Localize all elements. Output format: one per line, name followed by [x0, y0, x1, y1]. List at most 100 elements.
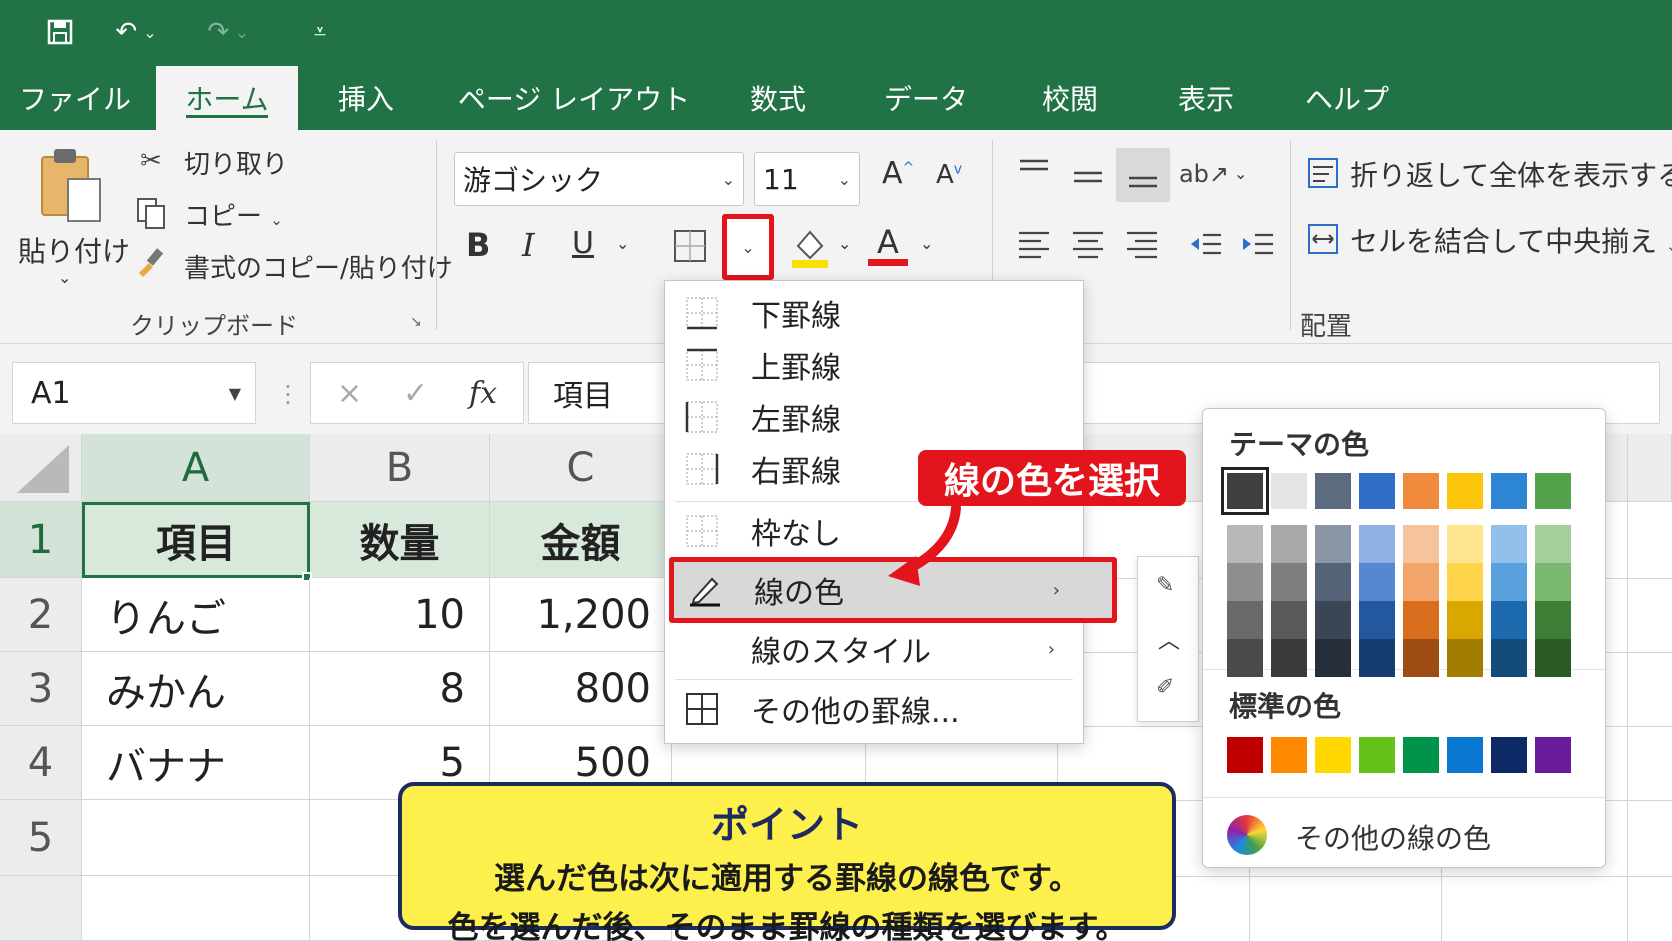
borders-icon[interactable]	[672, 228, 708, 264]
theme-shade-swatch[interactable]	[1491, 639, 1527, 677]
paste-label[interactable]: 貼り付け	[18, 230, 130, 270]
bold-button[interactable]: B	[466, 226, 490, 264]
tab-data[interactable]: データ	[866, 66, 986, 130]
row-header-4[interactable]: 4	[0, 726, 82, 800]
theme-color-swatch[interactable]	[1535, 473, 1571, 509]
theme-shade-swatch[interactable]	[1447, 601, 1483, 639]
cell-a6[interactable]	[82, 876, 310, 941]
more-line-colors-button[interactable]: その他の線の色	[1223, 809, 1603, 859]
italic-button[interactable]: I	[522, 226, 535, 264]
theme-shade-swatch[interactable]	[1447, 639, 1483, 677]
chevron-down-icon[interactable]: ⌄	[58, 268, 71, 287]
cell-b3[interactable]: 8	[310, 652, 490, 726]
select-all-corner[interactable]	[0, 434, 82, 502]
row-header-6[interactable]	[0, 876, 82, 941]
theme-color-swatch[interactable]	[1315, 473, 1351, 509]
menu-item-no-border[interactable]: 枠なし	[665, 505, 1083, 557]
theme-shade-swatch[interactable]	[1315, 525, 1351, 563]
standard-color-swatch[interactable]	[1403, 737, 1439, 773]
align-top-icon[interactable]	[1014, 154, 1054, 190]
tab-page-layout[interactable]: ページ レイアウト	[454, 66, 694, 130]
cell-c2[interactable]: 1,200	[490, 578, 672, 652]
menu-item-more-borders[interactable]: その他の罫線...	[665, 683, 1083, 735]
standard-color-swatch[interactable]	[1535, 737, 1571, 773]
theme-shade-swatch[interactable]	[1271, 563, 1307, 601]
merge-center-button[interactable]: セルを結合して中央揃え ⌄	[1350, 220, 1672, 260]
theme-shade-swatch[interactable]	[1447, 525, 1483, 563]
tab-home[interactable]: ホーム	[156, 66, 298, 130]
name-box[interactable]: A1 ▼	[12, 362, 256, 424]
theme-color-swatch[interactable]	[1359, 473, 1395, 509]
wrap-text-button[interactable]: 折り返して全体を表示する	[1350, 154, 1672, 194]
menu-item-left-border[interactable]: 左罫線	[665, 391, 1083, 443]
standard-color-swatch[interactable]	[1315, 737, 1351, 773]
cell-b1[interactable]: 数量	[310, 502, 490, 578]
underline-button[interactable]: U	[572, 226, 594, 261]
tab-insert[interactable]: 挿入	[316, 66, 416, 130]
theme-color-swatch[interactable]	[1491, 473, 1527, 509]
tab-help[interactable]: ヘルプ	[1292, 66, 1402, 130]
row-header-1[interactable]: 1	[0, 502, 82, 578]
cell-a5[interactable]	[82, 800, 310, 876]
shrink-font-button[interactable]: Av	[936, 160, 962, 190]
align-right-icon[interactable]	[1122, 224, 1162, 264]
eraser-icon[interactable]: ✐	[1156, 675, 1174, 700]
cell-b2[interactable]: 10	[310, 578, 490, 652]
theme-shade-swatch[interactable]	[1403, 525, 1439, 563]
font-color-button[interactable]: A	[868, 222, 908, 268]
theme-color-swatch[interactable]	[1221, 467, 1269, 515]
column-header-b[interactable]: B	[310, 434, 490, 502]
chevron-down-icon[interactable]: ⌄	[838, 234, 851, 253]
theme-shade-swatch[interactable]	[1403, 601, 1439, 639]
theme-shade-swatch[interactable]	[1359, 525, 1395, 563]
row-header-5[interactable]: 5	[0, 800, 82, 876]
theme-shade-swatch[interactable]	[1447, 563, 1483, 601]
cancel-icon[interactable]: ×	[337, 376, 362, 411]
save-icon[interactable]	[36, 10, 84, 54]
theme-shade-swatch[interactable]	[1271, 601, 1307, 639]
grow-font-button[interactable]: A^	[882, 156, 914, 191]
theme-shade-swatch[interactable]	[1491, 525, 1527, 563]
theme-shade-swatch[interactable]	[1491, 601, 1527, 639]
tab-view[interactable]: 表示	[1156, 66, 1256, 130]
align-center-icon[interactable]	[1068, 224, 1108, 264]
copy-button[interactable]: コピー ⌄	[184, 196, 283, 233]
row-header-2[interactable]: 2	[0, 578, 82, 652]
theme-shade-swatch[interactable]	[1271, 639, 1307, 677]
column-header-c[interactable]: C	[490, 434, 672, 502]
cut-button[interactable]: 切り取り	[184, 144, 288, 181]
enter-icon[interactable]: ✓	[403, 376, 428, 411]
theme-shade-swatch[interactable]	[1535, 601, 1571, 639]
theme-color-swatch[interactable]	[1447, 473, 1483, 509]
theme-shade-swatch[interactable]	[1359, 563, 1395, 601]
theme-shade-swatch[interactable]	[1535, 639, 1571, 677]
theme-shade-swatch[interactable]	[1227, 525, 1263, 563]
increase-indent-icon[interactable]	[1238, 224, 1278, 264]
drag-handle-icon[interactable]: ⋮	[276, 380, 300, 408]
paste-icon[interactable]	[36, 144, 106, 226]
tab-review[interactable]: 校閲	[1020, 66, 1120, 130]
borders-dropdown-button[interactable]: ⌄	[722, 214, 774, 280]
redo-button[interactable]: ↷ ⌄	[196, 10, 260, 54]
dialog-launcher-icon[interactable]: ↘	[410, 314, 422, 330]
insert-function-icon[interactable]: fx	[469, 376, 497, 411]
theme-shade-swatch[interactable]	[1403, 639, 1439, 677]
pencil-icon[interactable]: ✎	[1156, 573, 1174, 598]
theme-shade-swatch[interactable]	[1403, 563, 1439, 601]
menu-item-line-style[interactable]: 線のスタイル ›	[665, 623, 1083, 675]
cell-a4[interactable]: バナナ	[82, 726, 310, 800]
tab-formulas[interactable]: 数式	[728, 66, 828, 130]
format-painter-button[interactable]: 書式のコピー/貼り付け	[184, 248, 453, 285]
chevron-down-icon[interactable]: ⌄	[616, 234, 629, 253]
chevron-up-icon[interactable]: ︿	[1158, 623, 1180, 655]
cell-a3[interactable]: みかん	[82, 652, 310, 726]
theme-shade-swatch[interactable]	[1359, 639, 1395, 677]
font-name-combo[interactable]: 游ゴシック ⌄	[454, 152, 744, 206]
cell-c1[interactable]: 金額	[490, 502, 672, 578]
undo-button[interactable]: ↶ ⌄	[104, 10, 168, 54]
customize-qat-icon[interactable]: ⩡	[300, 10, 340, 54]
align-bottom-icon[interactable]	[1116, 148, 1170, 202]
theme-shade-swatch[interactable]	[1271, 525, 1307, 563]
theme-shade-swatch[interactable]	[1491, 563, 1527, 601]
theme-shade-swatch[interactable]	[1227, 639, 1263, 677]
